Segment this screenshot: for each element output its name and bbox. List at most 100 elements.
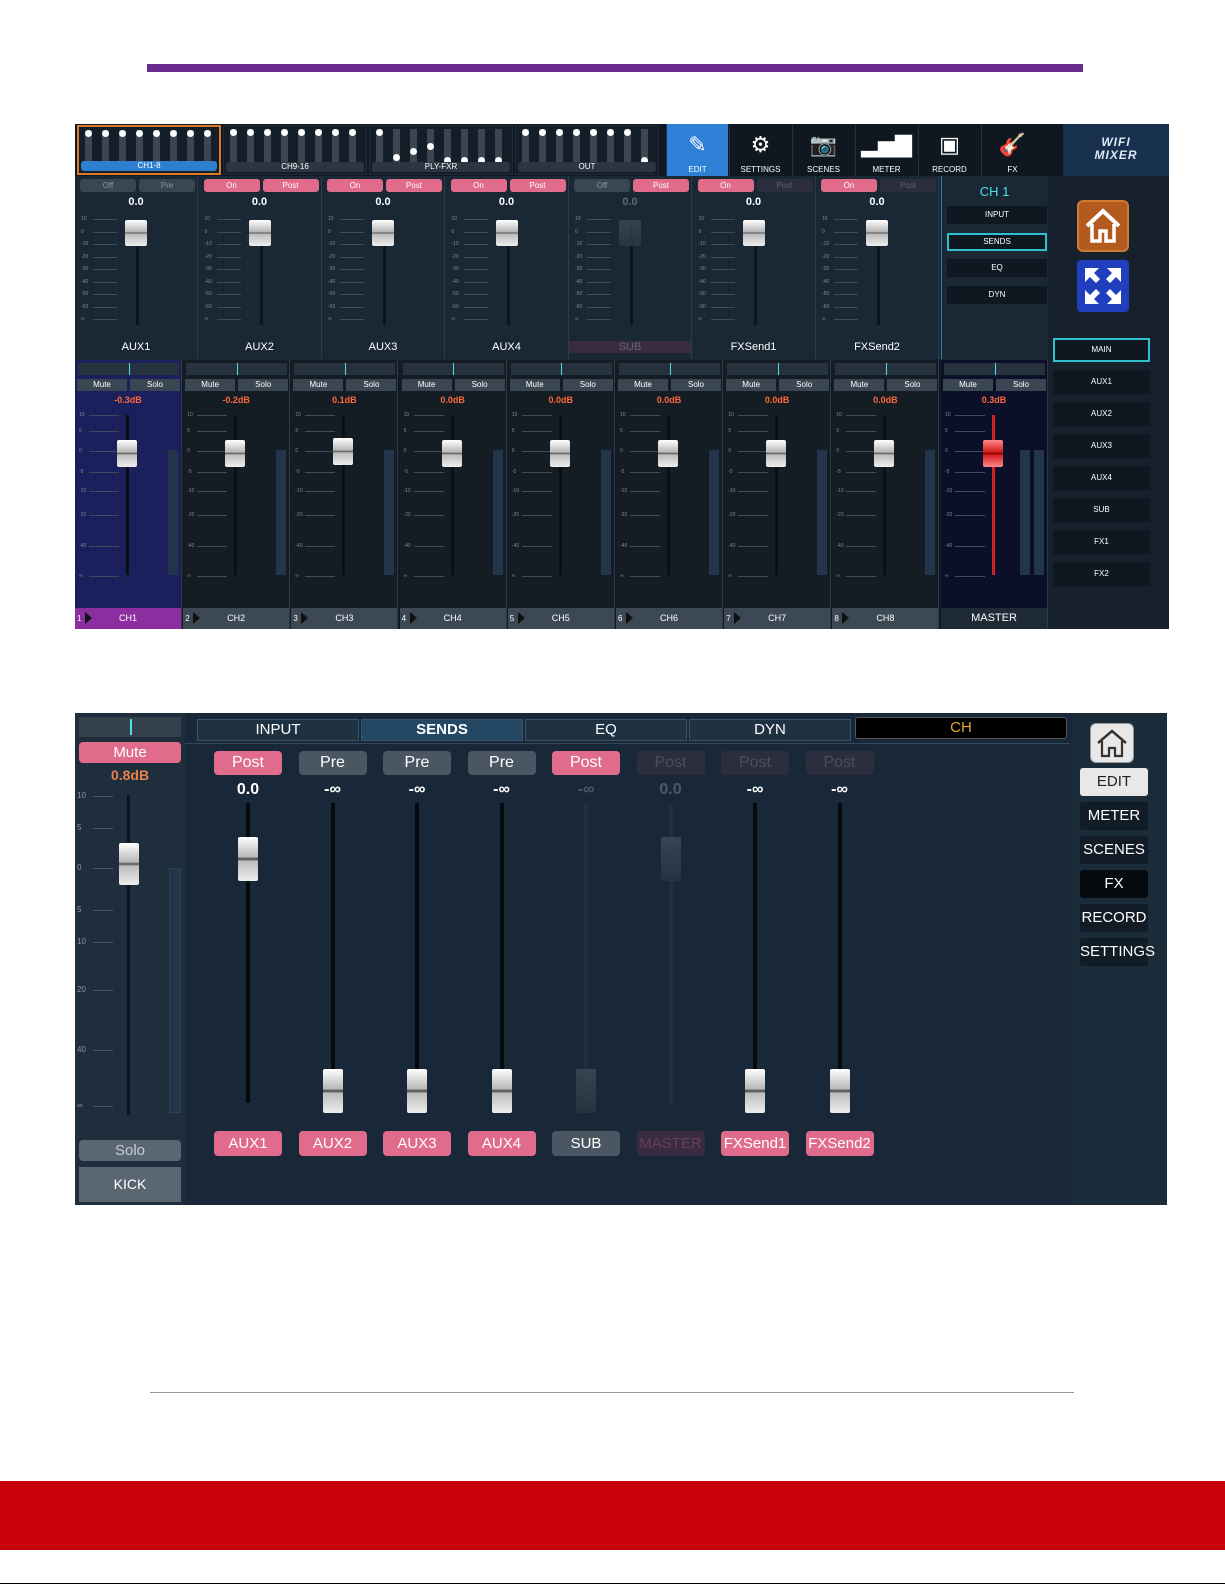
fader-track[interactable] bbox=[558, 415, 562, 575]
pan-slider[interactable] bbox=[186, 363, 288, 375]
side-fx[interactable]: FX bbox=[1080, 870, 1148, 898]
tab-dyn[interactable]: DYN bbox=[689, 719, 851, 741]
send-name-button[interactable]: SUB bbox=[552, 1131, 620, 1156]
send-fader-knob[interactable] bbox=[742, 220, 765, 246]
toolbar-scenes[interactable]: 📷 SCENES bbox=[792, 124, 854, 176]
fader-track[interactable] bbox=[234, 415, 238, 575]
send-fader-knob[interactable] bbox=[829, 1069, 850, 1113]
channel-name[interactable]: MASTER bbox=[941, 608, 1047, 629]
solo-button[interactable]: Solo bbox=[779, 379, 830, 391]
send-fader-knob[interactable] bbox=[495, 220, 518, 246]
ch-panel-sends[interactable]: SENDS bbox=[947, 232, 1047, 251]
send-tap-button[interactable]: Pre bbox=[139, 179, 195, 192]
bus-aux1[interactable]: AUX1 bbox=[1053, 370, 1150, 394]
fader-knob[interactable] bbox=[119, 843, 139, 885]
send-tap-button[interactable]: Post bbox=[880, 179, 936, 192]
solo-button[interactable]: Solo bbox=[454, 379, 505, 391]
pan-slider[interactable] bbox=[294, 363, 396, 375]
solo-button[interactable]: Solo bbox=[130, 379, 180, 391]
solo-button[interactable]: Solo bbox=[671, 379, 721, 391]
send-fader-knob[interactable] bbox=[125, 220, 147, 246]
pan-slider[interactable] bbox=[79, 717, 181, 737]
bus-aux2[interactable]: AUX2 bbox=[1053, 402, 1150, 426]
send-on-button[interactable]: On bbox=[327, 179, 383, 192]
send-fader-knob[interactable] bbox=[248, 220, 271, 246]
send-fader-knob[interactable] bbox=[372, 220, 394, 246]
bank-ch9-16[interactable]: CH9-16 bbox=[223, 125, 367, 175]
fader-knob[interactable] bbox=[549, 440, 570, 467]
send-name-button[interactable]: FXSend1 bbox=[721, 1131, 789, 1156]
send-fader-knob[interactable] bbox=[866, 220, 888, 246]
send-fader-knob[interactable] bbox=[660, 836, 681, 881]
send-fader-track[interactable] bbox=[584, 803, 588, 1103]
tab-input[interactable]: INPUT bbox=[197, 719, 359, 741]
mute-button[interactable]: Mute bbox=[401, 379, 452, 391]
send-fader-knob[interactable] bbox=[238, 836, 258, 881]
send-tap-button[interactable]: Post bbox=[805, 751, 874, 775]
send-tap-button[interactable]: Pre bbox=[383, 751, 451, 775]
send-fader-track[interactable] bbox=[415, 803, 419, 1103]
send-fader-knob[interactable] bbox=[619, 220, 641, 246]
fader-track[interactable] bbox=[775, 415, 779, 575]
mute-button[interactable]: Mute bbox=[185, 379, 236, 391]
mute-button[interactable]: Mute bbox=[79, 742, 181, 763]
send-tap-button[interactable]: Post bbox=[633, 179, 689, 192]
pan-slider[interactable] bbox=[619, 363, 720, 375]
ch-panel-eq[interactable]: EQ bbox=[947, 259, 1047, 277]
send-name-button[interactable]: MASTER bbox=[636, 1131, 705, 1156]
send-on-button[interactable]: Off bbox=[80, 179, 136, 192]
pan-slider[interactable] bbox=[727, 363, 829, 375]
send-tap-button[interactable]: Post bbox=[552, 751, 620, 775]
send-fader-knob[interactable] bbox=[322, 1069, 343, 1113]
solo-button[interactable]: Solo bbox=[996, 379, 1046, 391]
ch-panel-input[interactable]: INPUT bbox=[947, 206, 1047, 224]
fader-knob[interactable] bbox=[333, 438, 354, 465]
tab-sends[interactable]: SENDS bbox=[361, 719, 523, 741]
fader-knob[interactable] bbox=[441, 440, 462, 467]
solo-button[interactable]: Solo bbox=[562, 379, 613, 391]
toolbar-meter[interactable]: ▂▅▇ METER bbox=[855, 124, 917, 176]
solo-button[interactable]: Solo bbox=[346, 379, 397, 391]
side-edit[interactable]: EDIT bbox=[1080, 768, 1148, 796]
send-tap-button[interactable]: Post bbox=[636, 751, 705, 775]
pan-slider[interactable] bbox=[835, 363, 937, 375]
send-tap-button[interactable]: Post bbox=[262, 179, 319, 192]
send-fader-track[interactable] bbox=[499, 803, 504, 1103]
mute-button[interactable]: Mute bbox=[834, 379, 885, 391]
send-on-button[interactable]: On bbox=[450, 179, 507, 192]
send-tap-button[interactable]: Post bbox=[386, 179, 442, 192]
send-fader-track[interactable] bbox=[753, 803, 757, 1103]
bus-aux4[interactable]: AUX4 bbox=[1053, 466, 1150, 490]
toolbar-edit[interactable]: ✎ EDIT bbox=[666, 124, 728, 176]
send-fader-knob[interactable] bbox=[491, 1069, 512, 1113]
send-tap-button[interactable]: Post bbox=[721, 751, 789, 775]
channel-name[interactable]: KICK bbox=[79, 1167, 181, 1202]
mute-button[interactable]: Mute bbox=[509, 379, 560, 391]
bank-ch1-8[interactable]: CH1-8 bbox=[77, 125, 221, 175]
send-tap-button[interactable]: Pre bbox=[467, 751, 536, 775]
mute-button[interactable]: Mute bbox=[293, 379, 344, 391]
send-on-button[interactable]: On bbox=[821, 179, 877, 192]
side-scenes[interactable]: SCENES bbox=[1080, 836, 1148, 864]
send-tap-button[interactable]: Post bbox=[214, 751, 282, 775]
send-name-button[interactable]: AUX1 bbox=[214, 1131, 282, 1156]
send-fader-track[interactable] bbox=[837, 803, 842, 1103]
send-name-button[interactable]: FXSend2 bbox=[805, 1131, 874, 1156]
send-tap-button[interactable]: Pre bbox=[298, 751, 367, 775]
side-meter[interactable]: METER bbox=[1080, 802, 1148, 830]
toolbar-fx[interactable]: 🎸 FX bbox=[981, 124, 1043, 176]
home-icon[interactable] bbox=[1090, 723, 1134, 763]
send-tap-button[interactable]: Post bbox=[509, 179, 566, 192]
side-settings[interactable]: SETTINGS bbox=[1080, 938, 1155, 966]
bus-fx2[interactable]: FX2 bbox=[1053, 562, 1150, 586]
bank-out[interactable]: OUT bbox=[515, 125, 659, 175]
home-icon[interactable] bbox=[1077, 200, 1129, 252]
pan-slider[interactable] bbox=[944, 363, 1045, 375]
send-fader-knob[interactable] bbox=[407, 1069, 427, 1113]
pan-slider[interactable] bbox=[402, 363, 504, 375]
fader-knob[interactable] bbox=[117, 440, 137, 467]
fader-track[interactable] bbox=[667, 415, 670, 575]
mute-button[interactable]: Mute bbox=[618, 379, 668, 391]
bus-sub[interactable]: SUB bbox=[1053, 498, 1150, 522]
fader-knob[interactable] bbox=[225, 440, 246, 467]
